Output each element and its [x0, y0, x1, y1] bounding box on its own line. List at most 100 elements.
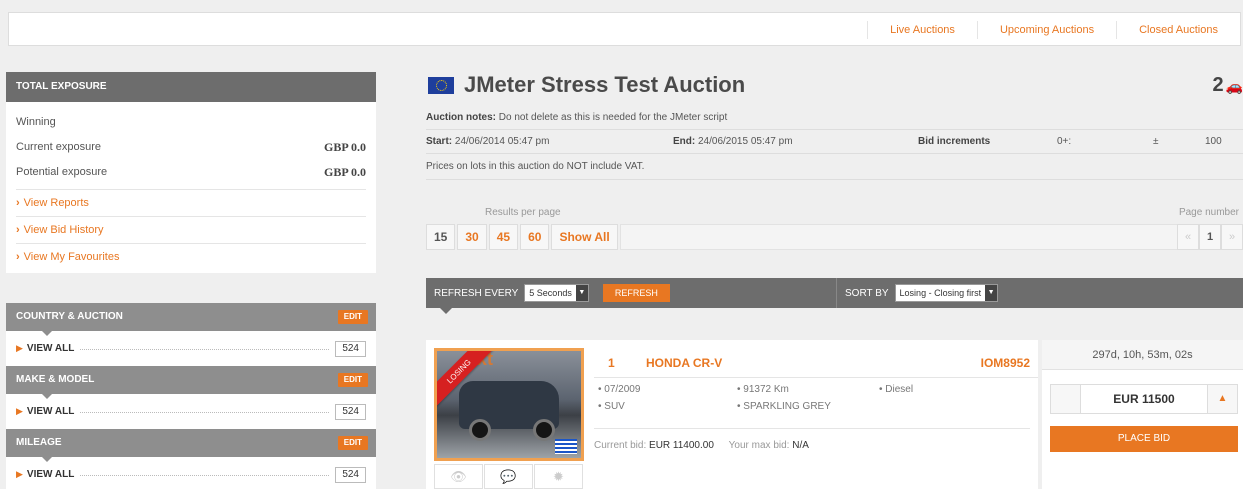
current-exposure-value: GBP 0.0: [323, 140, 366, 154]
lot-details: ext LOSING 👁 💬 ✹ 1 HONDA CR-V IOM8952 • …: [426, 340, 1038, 489]
spec-body: • SUV: [598, 401, 625, 412]
edit-button[interactable]: EDIT: [337, 310, 368, 324]
filter-item-label: VIEW ALL: [26, 343, 75, 354]
sort-by-label: SORT BY: [845, 287, 889, 299]
start-label: Start:: [426, 136, 453, 147]
bid-amount-stepper: EUR 11500 ▲: [1050, 384, 1238, 414]
lot-count: 2 🚗: [1212, 74, 1243, 97]
filter-make-model-view-all[interactable]: ▶ VIEW ALL 524: [6, 394, 376, 429]
increment-from: 0+:: [1057, 136, 1072, 147]
pagination-bar: [619, 224, 1243, 250]
filter-country-auction-view-all[interactable]: ▶ VIEW ALL 524: [6, 331, 376, 366]
chevron-right-icon: ›: [16, 224, 20, 236]
start-date: 24/06/2014 05:47 pm: [454, 136, 550, 147]
auction-dates: Start: 24/06/2014 05:47 pm End: 24/06/20…: [426, 130, 1243, 154]
top-nav: Live Auctions Upcoming Auctions Closed A…: [8, 12, 1241, 46]
bid-amount: EUR 11500: [1113, 392, 1175, 406]
view-reports-label: View Reports: [23, 197, 89, 209]
lot-reference: IOM8952: [980, 356, 1030, 370]
divider: [594, 428, 1030, 429]
triangle-right-icon: ▶: [16, 343, 23, 353]
comment-icon[interactable]: 💬: [484, 464, 533, 489]
sort-section: SORT BY Losing - Closing first ▼: [836, 278, 999, 308]
chevron-right-icon: ›: [16, 251, 20, 263]
time-remaining: 297d, 10h, 53m, 02s: [1042, 340, 1243, 370]
view-bid-history-link[interactable]: › View Bid History: [16, 216, 366, 243]
lot-bid-info: Current bid: EUR 11400.00 Your max bid: …: [594, 440, 809, 451]
place-bid-button[interactable]: PLACE BID: [1050, 426, 1238, 452]
refresh-interval-value: 5 Seconds: [529, 288, 572, 298]
lot-count-value: 2: [1212, 74, 1224, 96]
filter-title: MILEAGE: [16, 437, 62, 448]
lot-image[interactable]: ext LOSING: [434, 348, 584, 461]
lot-card: ext LOSING 👁 💬 ✹ 1 HONDA CR-V IOM8952 • …: [426, 340, 1243, 489]
lot-actions: 👁 💬 ✹: [434, 464, 584, 489]
spec-date: • 07/2009: [598, 384, 641, 395]
arrow-down-icon: [42, 331, 52, 336]
filter-make-model-header: MAKE & MODEL EDIT: [6, 366, 376, 399]
arrow-down-icon: [42, 394, 52, 399]
view-my-favourites-label: View My Favourites: [23, 251, 120, 263]
winning-label: Winning: [16, 116, 56, 128]
vat-note: Prices on lots in this auction do NOT in…: [426, 154, 1243, 180]
auction-title: JMeter Stress Test Auction: [464, 72, 746, 97]
divider: [80, 412, 330, 413]
pager: « 1 »: [1177, 224, 1243, 250]
eye-icon[interactable]: 👁: [434, 464, 483, 489]
refresh-button[interactable]: REFRESH: [602, 284, 670, 302]
arrow-down-icon: [42, 457, 52, 462]
nav-closed-auctions[interactable]: Closed Auctions: [1116, 21, 1240, 39]
prev-page-button[interactable]: «: [1177, 224, 1199, 250]
page-number-label: Page number: [1178, 207, 1239, 218]
refresh-interval-select[interactable]: 5 Seconds ▼: [524, 284, 589, 302]
edit-button[interactable]: EDIT: [337, 436, 368, 450]
lot-number: 1: [608, 356, 615, 370]
arrow-down-icon: [440, 308, 452, 314]
bid-decrement-area: [1051, 385, 1081, 413]
filter-count: 524: [335, 340, 366, 357]
view-reports-link[interactable]: › View Reports: [16, 189, 366, 216]
sort-select[interactable]: Losing - Closing first ▼: [894, 284, 999, 302]
eu-flag-icon: [428, 77, 454, 94]
chevron-up-icon[interactable]: ▲: [1207, 385, 1237, 413]
max-bid-label: Your max bid:: [728, 440, 790, 451]
rpp-option-show-all[interactable]: Show All: [551, 224, 618, 250]
main-content: JMeter Stress Test Auction 2 🚗 Auction no…: [426, 70, 1243, 489]
rpp-option-60[interactable]: 60: [520, 224, 550, 250]
chevron-down-icon: ▼: [575, 285, 588, 301]
rpp-option-30[interactable]: 30: [457, 224, 487, 250]
wheel: [533, 419, 555, 441]
spec-colour: • SPARKLING GREY: [737, 401, 831, 412]
view-bid-history-label: View Bid History: [23, 224, 104, 236]
nav-upcoming-auctions[interactable]: Upcoming Auctions: [976, 21, 1116, 39]
filter-title: MAKE & MODEL: [16, 374, 95, 385]
spec-mileage: • 91372 Km: [737, 384, 789, 395]
nav-live-auctions[interactable]: Live Auctions: [867, 21, 977, 39]
winning-row: Winning: [6, 110, 376, 135]
exposure-panel-title: TOTAL EXPOSURE: [6, 72, 376, 102]
increment-sign: ±: [1153, 136, 1159, 147]
rpp-option-45[interactable]: 45: [488, 224, 519, 250]
sort-value: Losing - Closing first: [899, 288, 982, 298]
filter-item-label: VIEW ALL: [26, 406, 75, 417]
filter-count: 524: [335, 403, 366, 420]
potential-exposure-value: GBP 0.0: [323, 165, 366, 179]
next-page-button[interactable]: »: [1221, 224, 1243, 250]
auction-notes: Auction notes: Do not delete as this is …: [426, 106, 1243, 130]
increment-value: 100: [1205, 136, 1222, 147]
lot-model[interactable]: HONDA CR-V: [646, 348, 722, 378]
gear-icon[interactable]: ✹: [534, 464, 583, 489]
potential-exposure-row: Potential exposure GBP 0.0: [6, 160, 376, 185]
results-per-page: 15 30 45 60 Show All: [426, 224, 1243, 250]
lot-header: 1 HONDA CR-V IOM8952: [594, 348, 1038, 378]
edit-button[interactable]: EDIT: [337, 373, 368, 387]
chevron-down-icon: ▼: [985, 285, 998, 301]
current-page[interactable]: 1: [1199, 224, 1221, 250]
filter-mileage-view-all[interactable]: ▶ VIEW ALL 524: [6, 457, 376, 489]
triangle-right-icon: ▶: [16, 406, 23, 416]
rpp-option-15[interactable]: 15: [426, 224, 456, 250]
filter-mileage-header: MILEAGE EDIT: [6, 429, 376, 462]
end-date: 24/06/2015 05:47 pm: [698, 136, 793, 147]
view-my-favourites-link[interactable]: › View My Favourites: [16, 243, 366, 270]
chevron-right-icon: ›: [16, 197, 20, 209]
